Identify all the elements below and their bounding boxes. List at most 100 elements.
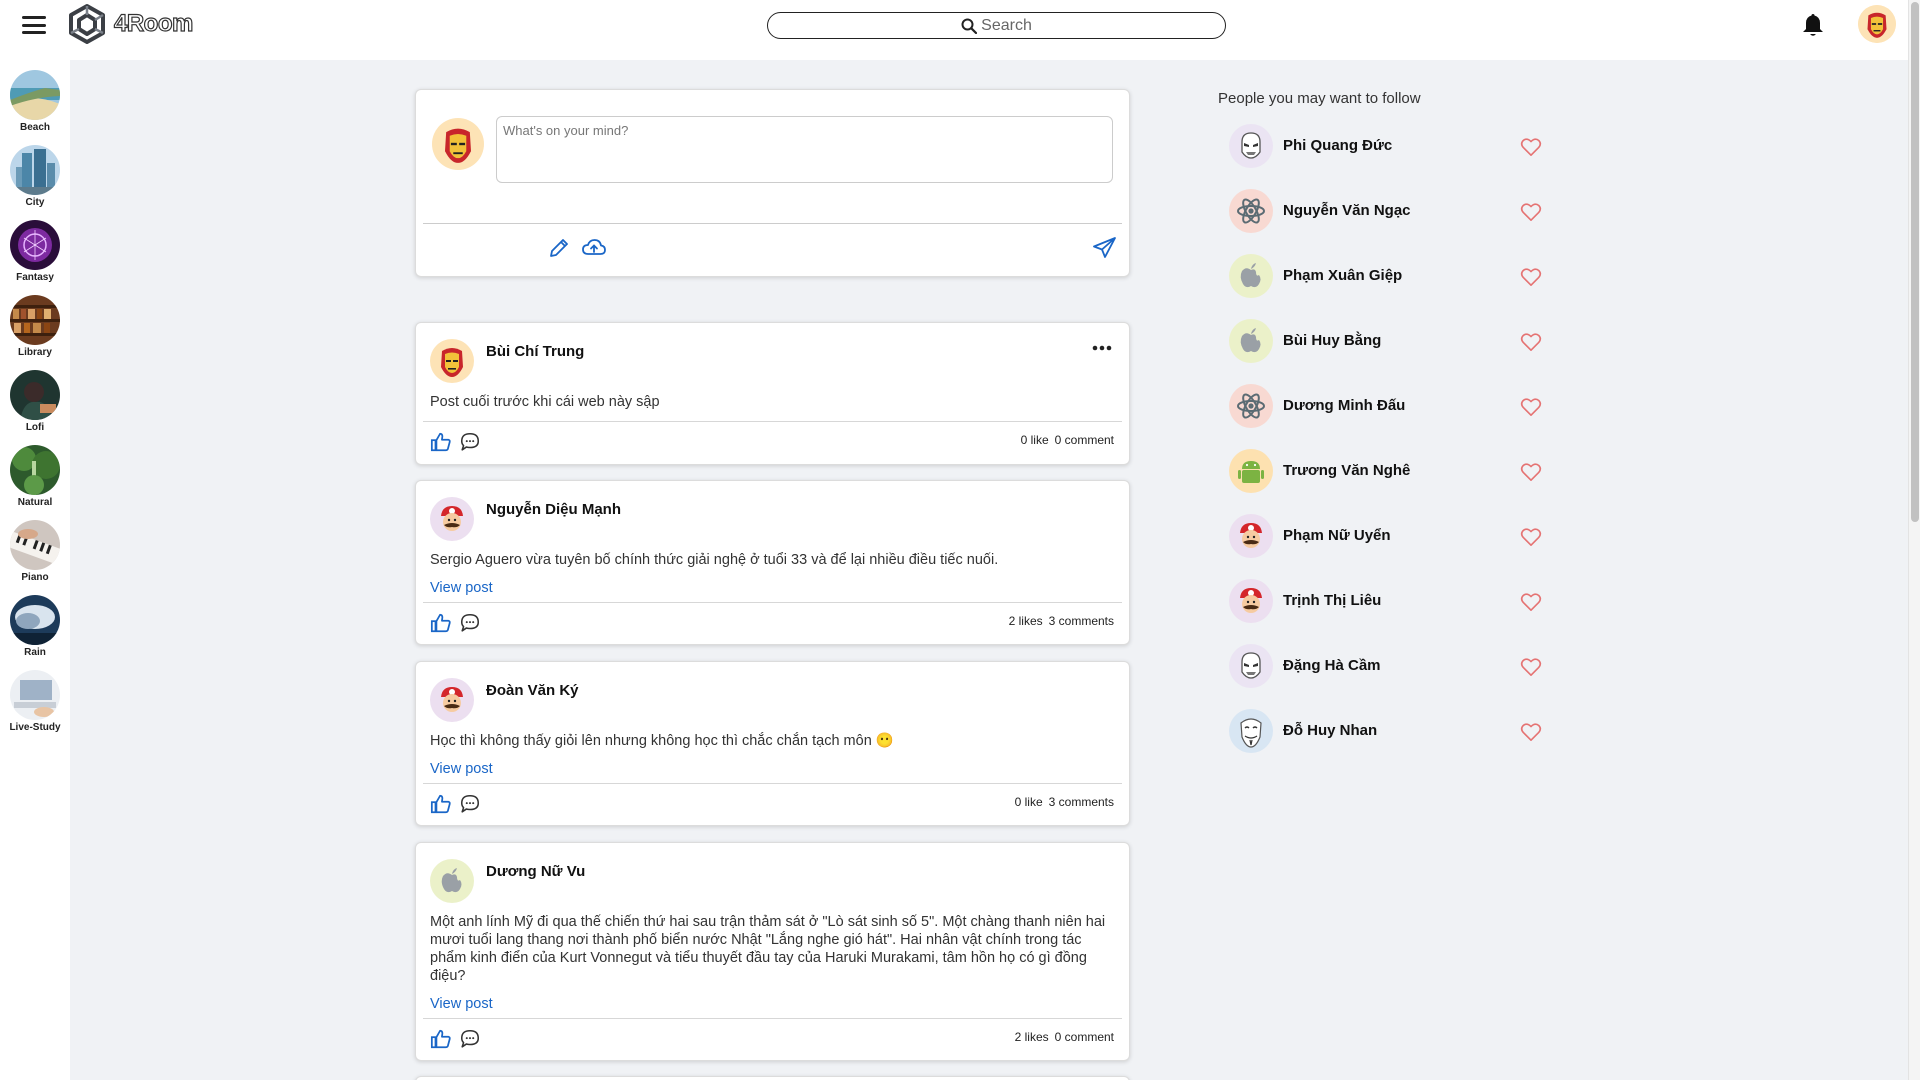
post-author-avatar[interactable] [430, 497, 474, 541]
follow-heart-icon[interactable] [1520, 657, 1542, 677]
scrollbar-thumb[interactable] [1911, 2, 1919, 522]
post-author-name[interactable]: Bùi Chí Trung [486, 343, 584, 360]
divider [423, 1018, 1122, 1019]
room-beach[interactable]: Beach [0, 70, 70, 133]
post-stats: 2 likes 3 comments [1009, 614, 1114, 628]
live-study-thumbnail [10, 670, 60, 720]
suggestion-name[interactable]: Phạm Nữ Uyển [1283, 527, 1391, 544]
comment-count: 0 comment [1054, 1030, 1114, 1044]
follow-heart-icon[interactable] [1520, 202, 1542, 222]
composer-avatar [432, 118, 484, 170]
suggestion-avatar[interactable] [1229, 319, 1273, 363]
room-fantasy[interactable]: Fantasy [0, 220, 70, 283]
post-author-avatar[interactable] [430, 339, 474, 383]
app-logo[interactable]: 4Room [66, 3, 194, 45]
suggestion-item: Đỗ Huy Nhan [1226, 705, 1556, 755]
send-icon[interactable] [1092, 235, 1118, 261]
room-library[interactable]: Library [0, 295, 70, 358]
suggestion-item: Trịnh Thị Liêu [1226, 575, 1556, 625]
like-count: 2 likes [1008, 614, 1043, 628]
comment-icon[interactable] [459, 793, 481, 815]
search-bar[interactable]: Search [767, 12, 1226, 39]
logo-icon [69, 4, 105, 44]
rain-thumbnail [10, 595, 60, 645]
suggestion-name[interactable]: Nguyễn Văn Ngạc [1283, 202, 1411, 219]
suggestion-avatar[interactable] [1229, 644, 1273, 688]
like-icon[interactable] [430, 1028, 452, 1050]
post-content: Sergio Aguero vừa tuyên bố chính thức gi… [430, 552, 999, 568]
like-count: 0 like [1020, 433, 1049, 447]
suggestion-avatar[interactable] [1229, 384, 1273, 428]
post-author-avatar[interactable] [430, 678, 474, 722]
menu-icon[interactable] [20, 13, 48, 37]
edit-pencil-icon[interactable] [546, 235, 572, 261]
suggestion-item: Dương Minh Đấu [1226, 380, 1556, 430]
follow-heart-icon[interactable] [1520, 267, 1542, 287]
comment-count: 3 comments [1048, 614, 1114, 628]
post-author-name[interactable]: Dương Nữ Vu [486, 863, 585, 880]
suggestion-name[interactable]: Phi Quang Đức [1283, 137, 1392, 154]
comment-icon[interactable] [459, 1028, 481, 1050]
suggestion-name[interactable]: Trịnh Thị Liêu [1283, 592, 1381, 609]
like-icon[interactable] [430, 431, 452, 453]
room-live-study[interactable]: Live-Study [0, 670, 70, 733]
room-rain[interactable]: Rain [0, 595, 70, 658]
follow-heart-icon[interactable] [1520, 332, 1542, 352]
view-post-link[interactable]: View post [430, 996, 493, 1012]
suggestion-avatar[interactable] [1229, 709, 1273, 753]
city-thumbnail [10, 145, 60, 195]
search-input[interactable]: Search [981, 17, 1032, 35]
view-post-link[interactable]: View post [430, 761, 493, 777]
page-scrollbar[interactable] [1908, 0, 1920, 1080]
room-piano[interactable]: Piano [0, 520, 70, 583]
suggestion-item: Trương Văn Nghê [1226, 445, 1556, 495]
comment-icon[interactable] [459, 612, 481, 634]
suggestion-avatar[interactable] [1229, 189, 1273, 233]
suggestion-item: Đặng Hà Cầm [1226, 640, 1556, 690]
post-author-avatar[interactable] [430, 859, 474, 903]
natural-thumbnail [10, 445, 60, 495]
like-count: 2 likes [1014, 1030, 1049, 1044]
room-city[interactable]: City [0, 145, 70, 208]
follow-heart-icon[interactable] [1520, 137, 1542, 157]
post-stats: 0 like 3 comments [1015, 795, 1114, 809]
follow-heart-icon[interactable] [1520, 397, 1542, 417]
follow-heart-icon[interactable] [1520, 592, 1542, 612]
post-input[interactable] [496, 116, 1113, 183]
suggestion-name[interactable]: Đặng Hà Cầm [1283, 657, 1381, 674]
suggestion-avatar[interactable] [1229, 579, 1273, 623]
follow-heart-icon[interactable] [1520, 722, 1542, 742]
view-post-link[interactable]: View post [430, 580, 493, 596]
follow-heart-icon[interactable] [1520, 527, 1542, 547]
comment-icon[interactable] [459, 431, 481, 453]
suggestion-avatar[interactable] [1229, 254, 1273, 298]
divider [423, 223, 1122, 224]
suggestion-name[interactable]: Trương Văn Nghê [1283, 462, 1410, 479]
piano-thumbnail [10, 520, 60, 570]
suggestion-name[interactable]: Dương Minh Đấu [1283, 397, 1405, 414]
suggestion-avatar[interactable] [1229, 514, 1273, 558]
more-options-icon[interactable] [1091, 343, 1113, 353]
beach-thumbnail [10, 70, 60, 120]
user-avatar[interactable] [1858, 5, 1896, 43]
post-card [415, 1076, 1130, 1080]
room-lofi[interactable]: Lofi [0, 370, 70, 433]
like-icon[interactable] [430, 612, 452, 634]
like-icon[interactable] [430, 793, 452, 815]
post-content: Một anh lính Mỹ đi qua thế chiến thứ hai… [430, 914, 1106, 984]
post-card: Dương Nữ Vu Một anh lính Mỹ đi qua thế c… [415, 842, 1130, 1061]
follow-heart-icon[interactable] [1520, 462, 1542, 482]
post-author-name[interactable]: Đoàn Văn Ký [486, 682, 579, 699]
notification-bell-icon[interactable] [1801, 12, 1825, 38]
upload-cloud-icon[interactable] [581, 235, 607, 261]
suggestion-name[interactable]: Đỗ Huy Nhan [1283, 722, 1377, 739]
room-natural[interactable]: Natural [0, 445, 70, 508]
suggestion-avatar[interactable] [1229, 449, 1273, 493]
post-content: Học thì không thấy giỏi lên nhưng không … [430, 733, 894, 749]
post-card: Đoàn Văn Ký Học thì không thấy giỏi lên … [415, 661, 1130, 826]
suggestion-name[interactable]: Phạm Xuân Giệp [1283, 267, 1402, 284]
post-author-name[interactable]: Nguyễn Diệu Mạnh [486, 501, 621, 518]
suggestions-title: People you may want to follow [1218, 90, 1421, 107]
suggestion-avatar[interactable] [1229, 124, 1273, 168]
suggestion-name[interactable]: Bùi Huy Bằng [1283, 332, 1381, 349]
